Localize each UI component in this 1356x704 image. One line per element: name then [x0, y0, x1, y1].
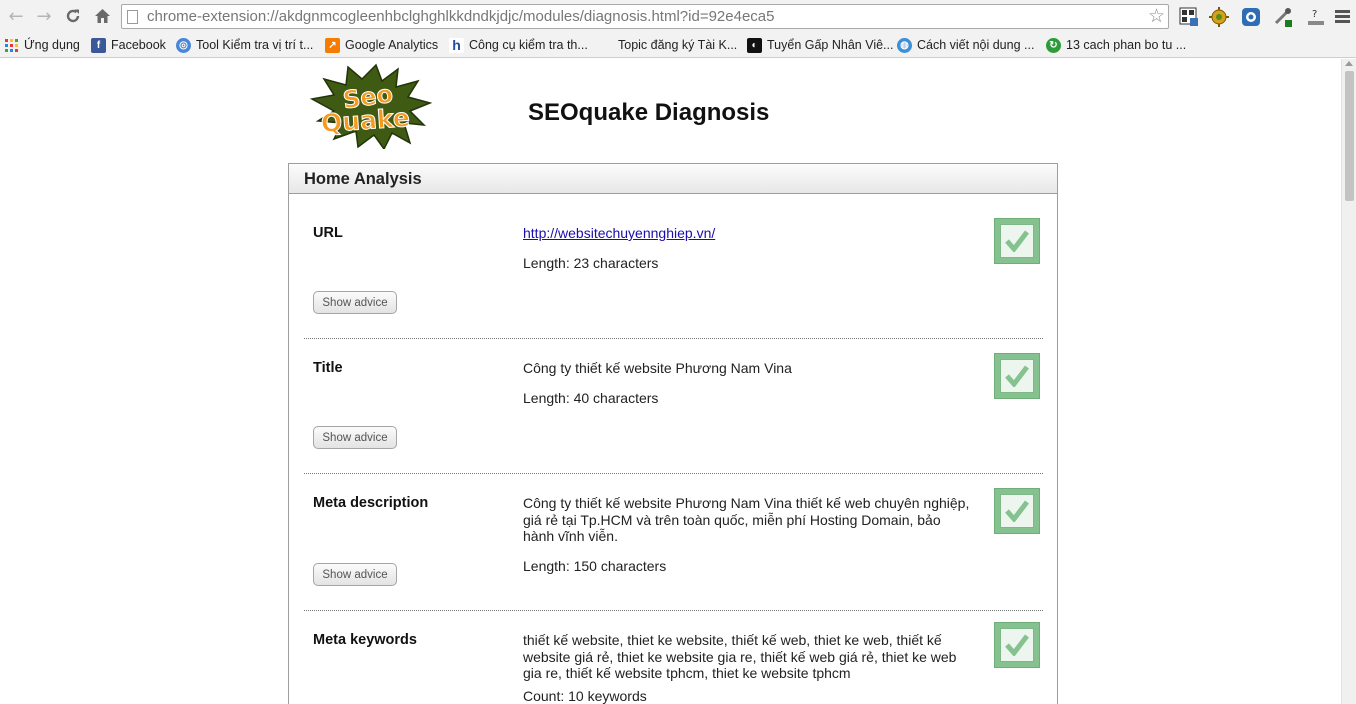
- svg-text:?: ?: [1312, 9, 1317, 20]
- show-advice-button[interactable]: Show advice: [313, 426, 397, 449]
- bookmark-cong-cu[interactable]: h Công cụ kiểm tra th...: [449, 36, 588, 54]
- bookmark-star-icon[interactable]: ☆: [1148, 5, 1165, 27]
- bookmark-tuyen-gap[interactable]: ◐ Tuyển Gấp Nhân Viê...: [747, 36, 893, 54]
- help-extension-icon[interactable]: ?: [1305, 6, 1327, 28]
- row-value: thiết kế website, thiet ke website, thiế…: [523, 632, 957, 681]
- circle-extension-icon[interactable]: [1240, 6, 1262, 28]
- address-bar[interactable]: chrome-extension://akdgnmcogleenhbclghgh…: [121, 4, 1169, 29]
- bookmark-tool-kiem-tra[interactable]: ◎ Tool Kiểm tra vị trí t...: [176, 36, 313, 54]
- blue-globe-icon: ◍: [897, 37, 912, 53]
- bookmark-13-cach[interactable]: ↻ 13 cach phan bo tu ...: [1046, 36, 1186, 54]
- panel-header: Home Analysis: [289, 164, 1057, 194]
- bookmark-label: Cách viết nội dung ...: [917, 38, 1035, 52]
- h-logo-icon: h: [449, 37, 464, 53]
- url-link[interactable]: http://websitechuyennghiep.vn/: [523, 225, 715, 241]
- scroll-thumb[interactable]: [1345, 71, 1354, 201]
- browser-toolbar: ← → chrome-extension://akdgnmcogleenhbcl…: [0, 0, 1356, 33]
- gear-extension-icon[interactable]: [1208, 6, 1230, 28]
- bookmark-apps[interactable]: Ứng dụng: [5, 36, 80, 54]
- seoquake-logo: Seo Quake: [309, 63, 432, 149]
- facebook-icon: f: [91, 37, 106, 53]
- page-title: SEOquake Diagnosis: [528, 99, 770, 126]
- row-meta: Length: 23 characters: [523, 255, 659, 271]
- analysis-row-title: Title Công ty thiết kế website Phương Na…: [304, 353, 1043, 474]
- reload-icon[interactable]: [61, 4, 85, 28]
- page-scrollbar[interactable]: [1341, 59, 1356, 704]
- row-label: Meta keywords: [313, 632, 417, 648]
- globe-icon: ◎: [176, 37, 191, 53]
- apps-grid-icon: [5, 38, 18, 52]
- address-bar-url[interactable]: chrome-extension://akdgnmcogleenhbclghgh…: [147, 8, 774, 25]
- analysis-row-meta-keywords: Meta keywords thiết kế website, thiet ke…: [304, 622, 1043, 704]
- bookmark-cach-viet[interactable]: ◍ Cách viết nội dung ...: [897, 36, 1034, 54]
- bookmark-google-analytics[interactable]: ↗ Google Analytics: [325, 36, 438, 54]
- eyedropper-extension-icon[interactable]: [1272, 6, 1294, 28]
- bookmark-label: Ứng dụng: [24, 38, 80, 52]
- row-meta: Count: 10 keywords: [523, 688, 647, 704]
- row-label: Meta description: [313, 495, 429, 511]
- row-meta: Length: 40 characters: [523, 390, 659, 406]
- row-value: Công ty thiết kế website Phương Nam Vina: [523, 360, 792, 376]
- page-icon: [127, 10, 138, 24]
- row-label: URL: [313, 225, 343, 241]
- home-icon[interactable]: [90, 4, 114, 28]
- bookmark-facebook[interactable]: f Facebook: [91, 36, 166, 54]
- check-icon: [994, 353, 1040, 399]
- forward-arrow-icon[interactable]: →: [32, 4, 56, 28]
- chrome-menu-icon[interactable]: [1335, 10, 1350, 23]
- check-icon: [994, 622, 1040, 668]
- row-label: Title: [313, 360, 343, 376]
- check-icon: [994, 488, 1040, 534]
- row-value-container: http://websitechuyennghiep.vn/: [523, 225, 973, 242]
- bookmark-label: Facebook: [111, 38, 166, 52]
- bookmark-label: Công cụ kiểm tra th...: [469, 38, 588, 52]
- scroll-up-arrow-icon[interactable]: [1345, 61, 1353, 66]
- bookmark-label: Tool Kiểm tra vị trí t...: [196, 38, 314, 52]
- show-advice-button[interactable]: Show advice: [313, 563, 397, 586]
- bookmark-label: Google Analytics: [345, 38, 439, 52]
- blank-icon: [598, 38, 613, 53]
- analysis-row-url: URL http://websitechuyennghiep.vn/ Lengt…: [304, 218, 1043, 339]
- home-analysis-panel: Home Analysis URL http://websitechuyenng…: [288, 163, 1058, 704]
- qr-extension-icon[interactable]: [1178, 6, 1200, 28]
- logo-text-quake: Quake: [320, 103, 411, 138]
- bookmark-label: Topic đăng ký Tài K...: [618, 38, 738, 52]
- bookmarks-bar: Ứng dụng f Facebook ◎ Tool Kiểm tra vị t…: [0, 33, 1356, 58]
- row-value: Công ty thiết kế website Phương Nam Vina…: [523, 495, 970, 544]
- bookmark-label: 13 cach phan bo tu ...: [1066, 38, 1187, 52]
- bookmark-topic[interactable]: Topic đăng ký Tài K...: [598, 36, 737, 54]
- back-arrow-icon[interactable]: ←: [4, 4, 28, 28]
- green-swirl-icon: ↻: [1046, 37, 1061, 53]
- site-logo-icon: ◐: [747, 37, 762, 53]
- show-advice-button[interactable]: Show advice: [313, 291, 397, 314]
- analytics-icon: ↗: [325, 37, 340, 53]
- analysis-row-meta-description: Meta description Công ty thiết kế websit…: [304, 488, 1043, 611]
- row-meta: Length: 150 characters: [523, 558, 667, 574]
- check-icon: [994, 218, 1040, 264]
- bookmark-label: Tuyển Gấp Nhân Viê...: [767, 38, 894, 52]
- page-viewport: Seo Quake SEOquake Diagnosis Home Analys…: [0, 59, 1356, 704]
